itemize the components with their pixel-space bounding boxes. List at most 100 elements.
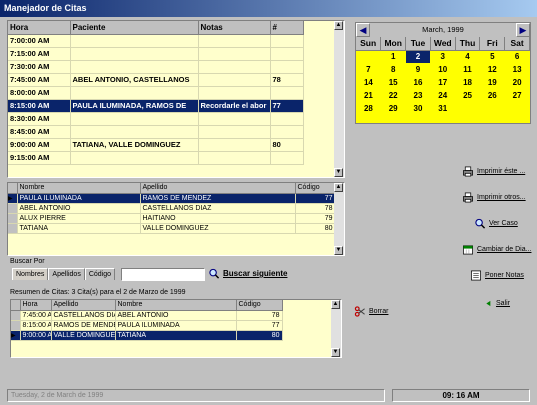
summary-col-codigo[interactable]: Código bbox=[236, 300, 283, 311]
exit-button[interactable]: Salir bbox=[485, 298, 510, 309]
change-day-button[interactable]: Cambiar de Dia... bbox=[462, 244, 531, 255]
schedule-cell-paciente[interactable]: PAULA ILUMINADA, RAMOS DE bbox=[70, 99, 199, 113]
summary-cell-hora[interactable]: 8:15:00 AM bbox=[20, 320, 52, 331]
add-notes-button[interactable]: Poner Notas bbox=[470, 270, 524, 281]
scroll-up-icon[interactable]: ▲ bbox=[331, 300, 340, 309]
schedule-cell-paciente[interactable] bbox=[70, 60, 199, 74]
schedule-cell-notas[interactable] bbox=[198, 138, 271, 152]
patient-cell-apellido[interactable]: HAITIANO bbox=[140, 213, 296, 224]
schedule-cell-hora[interactable]: 7:15:00 AM bbox=[8, 47, 71, 61]
patient-row[interactable]: ALUX PIERRE HAITIANO 79 bbox=[8, 213, 336, 224]
patients-col-nombre[interactable]: Nombre bbox=[17, 183, 141, 194]
summary-cell-apellido[interactable]: RAMOS DE MENDEZ bbox=[51, 320, 116, 331]
patient-cell-nombre[interactable]: ABEL ANTONIO bbox=[17, 203, 141, 214]
tab-codigo[interactable]: Código bbox=[84, 268, 116, 280]
schedule-cell-notas[interactable] bbox=[198, 151, 271, 165]
calendar-day[interactable]: 3 bbox=[430, 50, 455, 63]
schedule-grid[interactable]: Hora Paciente Notas # 7:00:00 AM 7:15:00 … bbox=[7, 20, 345, 178]
schedule-cell-num[interactable] bbox=[270, 151, 304, 165]
prev-month-icon[interactable]: ◀ bbox=[356, 23, 370, 37]
schedule-cell-hora[interactable]: 9:00:00 AM bbox=[8, 138, 71, 152]
schedule-cell-num[interactable]: 78 bbox=[270, 73, 304, 87]
summary-col-hora[interactable]: Hora bbox=[20, 300, 52, 311]
patient-cell-nombre[interactable]: ALUX PIERRE bbox=[17, 213, 141, 224]
schedule-cell-hora[interactable]: 8:45:00 AM bbox=[8, 125, 71, 139]
schedule-row[interactable]: 7:45:00 AM ABEL ANTONIO, CASTELLANOS 78 bbox=[8, 73, 335, 87]
patient-row[interactable]: TATIANA VALLE DOMINGUEZ 80 bbox=[8, 223, 336, 234]
calendar-day[interactable]: 4 bbox=[455, 50, 480, 63]
schedule-cell-paciente[interactable]: TATIANA, VALLE DOMINGUEZ bbox=[70, 138, 199, 152]
calendar-day[interactable]: 27 bbox=[505, 89, 530, 102]
schedule-row[interactable]: 9:00:00 AM TATIANA, VALLE DOMINGUEZ 80 bbox=[8, 138, 335, 152]
schedule-cell-paciente[interactable] bbox=[70, 151, 199, 165]
patient-cell-codigo[interactable]: 78 bbox=[295, 203, 336, 214]
schedule-cell-notas[interactable] bbox=[198, 34, 271, 48]
calendar-day[interactable]: 16 bbox=[406, 76, 431, 89]
patient-cell-apellido[interactable]: VALLE DOMINGUEZ bbox=[140, 223, 296, 234]
summary-cell-nombre[interactable]: ABEL ANTONIO bbox=[115, 310, 237, 321]
patient-cell-codigo[interactable]: 80 bbox=[295, 223, 336, 234]
scroll-down-icon[interactable]: ▼ bbox=[334, 246, 343, 255]
schedule-cell-notas[interactable] bbox=[198, 112, 271, 126]
calendar-day[interactable]: 1 bbox=[381, 50, 406, 63]
summary-col-apellido[interactable]: Apellido bbox=[51, 300, 116, 311]
schedule-cell-hora[interactable]: 7:00:00 AM bbox=[8, 34, 71, 48]
schedule-cell-notas[interactable] bbox=[198, 60, 271, 74]
schedule-cell-num[interactable] bbox=[270, 112, 304, 126]
schedule-cell-notas[interactable] bbox=[198, 73, 271, 87]
calendar-day[interactable]: 9 bbox=[406, 63, 431, 76]
calendar-day[interactable]: 17 bbox=[430, 76, 455, 89]
schedule-cell-notas[interactable]: Recordarle el abor bbox=[198, 99, 271, 113]
schedule-cell-num[interactable]: 77 bbox=[270, 99, 304, 113]
summary-cell-codigo[interactable]: 80 bbox=[236, 330, 283, 341]
print-others-button[interactable]: Imprimir otros... bbox=[462, 192, 526, 203]
summary-cell-apellido[interactable]: VALLE DOMINGUEZ bbox=[51, 330, 116, 341]
tab-apellidos[interactable]: Apellidos bbox=[48, 268, 85, 280]
summary-row[interactable]: ▶9:00:00 AMVALLE DOMINGUEZTATIANA80 bbox=[11, 330, 332, 341]
summary-cell-nombre[interactable]: TATIANA bbox=[115, 330, 237, 341]
schedule-row[interactable]: 7:30:00 AM bbox=[8, 60, 335, 74]
schedule-col-hora[interactable]: Hora bbox=[8, 21, 71, 35]
patient-row[interactable]: ABEL ANTONIO CASTELLANOS DIAZ 78 bbox=[8, 203, 336, 214]
patient-cell-codigo[interactable]: 79 bbox=[295, 213, 336, 224]
calendar-day[interactable]: 15 bbox=[381, 76, 406, 89]
scroll-up-icon[interactable]: ▲ bbox=[334, 183, 343, 192]
calendar-day[interactable]: 12 bbox=[480, 63, 505, 76]
summary-cell-apellido[interactable]: CASTELLANOS DIAZ bbox=[51, 310, 116, 321]
schedule-cell-notas[interactable] bbox=[198, 125, 271, 139]
schedule-cell-hora[interactable]: 8:15:00 AM bbox=[8, 99, 71, 113]
calendar-day[interactable]: 26 bbox=[480, 89, 505, 102]
schedule-cell-paciente[interactable] bbox=[70, 125, 199, 139]
calendar-day[interactable]: 23 bbox=[406, 89, 431, 102]
schedule-row[interactable]: 7:00:00 AM bbox=[8, 34, 335, 48]
schedule-cell-paciente[interactable]: ABEL ANTONIO, CASTELLANOS bbox=[70, 73, 199, 87]
schedule-cell-notas[interactable] bbox=[198, 86, 271, 100]
schedule-cell-paciente[interactable] bbox=[70, 47, 199, 61]
schedule-row[interactable]: 7:15:00 AM bbox=[8, 47, 335, 61]
summary-grid[interactable]: Hora Apellido Nombre Código 7:45:00 AMCA… bbox=[10, 299, 342, 358]
schedule-col-num[interactable]: # bbox=[270, 21, 304, 35]
schedule-cell-num[interactable]: 80 bbox=[270, 138, 304, 152]
schedule-col-paciente[interactable]: Paciente bbox=[70, 21, 199, 35]
schedule-cell-paciente[interactable] bbox=[70, 34, 199, 48]
patients-col-apellido[interactable]: Apellido bbox=[140, 183, 296, 194]
schedule-row[interactable]: 8:00:00 AM bbox=[8, 86, 335, 100]
calendar[interactable]: ◀ March, 1999 ▶ Sun Mon Tue Wed Thu Fri Sat 12… bbox=[355, 22, 531, 124]
calendar-day[interactable]: 13 bbox=[505, 63, 530, 76]
calendar-day[interactable]: 14 bbox=[356, 76, 381, 89]
calendar-day[interactable]: 29 bbox=[381, 102, 406, 115]
calendar-day[interactable]: 8 bbox=[381, 63, 406, 76]
patient-cell-nombre[interactable]: TATIANA bbox=[17, 223, 141, 234]
calendar-day[interactable]: 11 bbox=[455, 63, 480, 76]
schedule-cell-hora[interactable]: 8:00:00 AM bbox=[8, 86, 71, 100]
scroll-down-icon[interactable]: ▼ bbox=[331, 348, 340, 357]
summary-cell-codigo[interactable]: 77 bbox=[236, 320, 283, 331]
scroll-down-icon[interactable]: ▼ bbox=[334, 168, 343, 177]
next-month-icon[interactable]: ▶ bbox=[516, 23, 530, 37]
calendar-day[interactable]: 22 bbox=[381, 89, 406, 102]
calendar-day[interactable]: 7 bbox=[356, 63, 381, 76]
patient-cell-apellido[interactable]: CASTELLANOS DIAZ bbox=[140, 203, 296, 214]
print-this-button[interactable]: Imprimir éste ... bbox=[462, 166, 525, 177]
calendar-day[interactable]: 2 bbox=[405, 50, 431, 63]
summary-cell-nombre[interactable]: PAULA ILUMINADA bbox=[115, 320, 237, 331]
